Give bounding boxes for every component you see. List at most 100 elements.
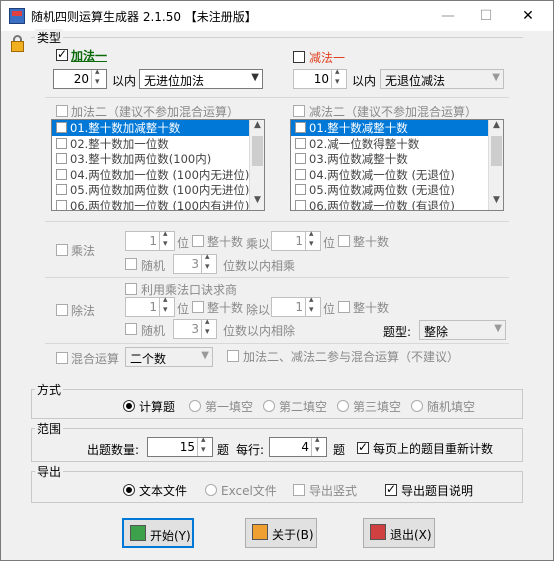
div-random-checkbox[interactable] xyxy=(125,323,137,335)
divider xyxy=(45,277,509,278)
recount-checkbox[interactable] xyxy=(357,440,369,454)
explain-checkbox[interactable] xyxy=(385,482,397,496)
add1-mode-select[interactable]: 无进位加法 ▼ xyxy=(139,69,263,89)
sub1-checkbox[interactable] xyxy=(293,51,305,63)
mode-radio-3[interactable] xyxy=(337,400,349,412)
div-tens1-checkbox[interactable] xyxy=(192,301,204,313)
list-item[interactable]: 01.整十数减整十数 xyxy=(291,120,503,136)
add2-list-scrollbar[interactable]: ▲ ▼ xyxy=(249,120,264,210)
list-item-checkbox[interactable] xyxy=(56,199,67,210)
div-random-stepper[interactable]: 3 xyxy=(173,317,217,339)
list-item[interactable]: 05.两位数减两位数 (无退位) xyxy=(291,182,503,198)
mode-radio-0[interactable] xyxy=(123,400,135,412)
mul-label: 乘法 xyxy=(71,244,96,258)
mul-tens1-checkbox[interactable] xyxy=(192,235,204,247)
list-item[interactable]: 04.两位数减一位数 (无退位) xyxy=(291,167,503,183)
list-item-checkbox[interactable] xyxy=(295,153,306,164)
stepper-arrows-icon xyxy=(159,229,174,250)
list-item[interactable]: 06.两位数加一位数 (100内有进位) xyxy=(52,198,264,210)
app-icon xyxy=(9,8,25,24)
mix-add2-checkbox[interactable] xyxy=(227,350,239,362)
mul-digits2-stepper[interactable]: 1 xyxy=(271,229,321,251)
mode-radio-2[interactable] xyxy=(263,400,275,412)
add1-checkbox[interactable] xyxy=(56,47,68,61)
mode-radio-4[interactable] xyxy=(411,400,423,412)
minimize-button[interactable]: — xyxy=(433,5,463,27)
sub1-mode-select[interactable]: 无退位减法 ▼ xyxy=(380,69,504,89)
add1-label: 加法一 xyxy=(71,49,108,63)
list-item[interactable]: 03.整十数加两位数(100内) xyxy=(52,151,264,167)
list-item[interactable]: 01.整十数加减整十数 xyxy=(52,120,264,136)
export-legend: 导出 xyxy=(35,463,64,480)
list-item-checkbox[interactable] xyxy=(295,137,306,149)
stepper-arrows-icon[interactable] xyxy=(197,435,212,456)
stepper-arrows-icon xyxy=(159,295,174,316)
div-qtype-select[interactable]: 整除 ▼ xyxy=(419,320,506,340)
div-pos1: 位 xyxy=(177,302,190,316)
sub2-checkbox[interactable] xyxy=(293,105,305,117)
mix-checkbox[interactable] xyxy=(56,352,68,364)
vertical-checkbox[interactable] xyxy=(293,484,305,496)
mode-label-1: 第一填空 xyxy=(205,400,254,414)
stepper-arrows-icon[interactable] xyxy=(311,435,326,456)
add2-checkbox[interactable] xyxy=(56,105,68,117)
add2-label: 加法二（建议不参加混合运算） xyxy=(71,105,240,119)
stepper-arrows-icon[interactable] xyxy=(331,67,346,88)
maximize-button[interactable]: ☐ xyxy=(471,5,501,27)
mul-digits1-stepper[interactable]: 1 xyxy=(125,229,175,251)
div-digits1-stepper[interactable]: 1 xyxy=(125,295,175,317)
list-item-checkbox[interactable] xyxy=(56,184,67,195)
div-tens2-checkbox[interactable] xyxy=(338,301,350,313)
list-item[interactable]: 06.两位数减一位数 (有退位) xyxy=(291,198,503,210)
div-digits2-stepper[interactable]: 1 xyxy=(271,295,321,317)
div-table-checkbox[interactable] xyxy=(125,283,137,295)
div-tens1-label: 整十数 xyxy=(207,301,244,315)
list-item-checkbox[interactable] xyxy=(56,137,67,149)
mul-tens2-checkbox[interactable] xyxy=(338,235,350,247)
row-stepper[interactable]: 4 xyxy=(269,435,327,457)
list-item-label: 02.减一位数得整十数 xyxy=(309,136,420,151)
div-random-label: 随机 xyxy=(141,324,166,338)
add1-range-stepper[interactable]: 20 xyxy=(53,67,107,89)
about-button[interactable]: 关于(B) xyxy=(245,518,317,548)
mul-random-stepper[interactable]: 3 xyxy=(173,252,217,274)
list-item[interactable]: 05.两位数加两位数 (100内无进位) xyxy=(52,182,264,198)
mul-random-label: 随机 xyxy=(141,259,166,273)
close-button[interactable]: ✕ xyxy=(513,5,543,27)
scroll-down-icon: ▼ xyxy=(493,195,500,205)
count-stepper[interactable]: 15 xyxy=(147,435,213,457)
div-checkbox[interactable] xyxy=(56,304,68,316)
exit-button[interactable]: 退出(X) xyxy=(363,518,435,548)
mul-random-checkbox[interactable] xyxy=(125,258,137,270)
divider xyxy=(45,343,509,344)
lock-icon[interactable] xyxy=(9,34,27,54)
sub1-range-stepper[interactable]: 10 xyxy=(293,67,347,89)
chevron-down-icon: ▼ xyxy=(251,72,259,83)
sub2-list[interactable]: 01.整十数减整十数 02.减一位数得整十数 03.两位数减整十数 04.两位数减一位… xyxy=(290,119,504,211)
list-item-checkbox[interactable] xyxy=(56,122,67,133)
list-item[interactable]: 03.两位数减整十数 xyxy=(291,151,503,167)
list-item[interactable]: 04.两位数加一位数 (100内无进位) xyxy=(52,167,264,183)
mix-count-select[interactable]: 二个数 ▼ xyxy=(125,347,213,367)
list-item-checkbox[interactable] xyxy=(56,168,67,180)
add2-list[interactable]: 01.整十数加减整十数 02.整十数加一位数 03.整十数加两位数(100内) 04.… xyxy=(51,119,265,211)
list-item-checkbox[interactable] xyxy=(295,168,306,180)
list-item[interactable]: 02.整十数加一位数 xyxy=(52,136,264,152)
mode-label-4: 随机填空 xyxy=(427,400,476,414)
div-qtype-label: 题型: xyxy=(383,325,412,339)
scroll-down-icon: ▼ xyxy=(254,195,261,205)
mul-checkbox[interactable] xyxy=(56,244,68,256)
mode-radio-1[interactable] xyxy=(189,400,201,412)
text-file-radio[interactable] xyxy=(123,484,135,496)
list-item-checkbox[interactable] xyxy=(295,199,306,210)
list-item[interactable]: 02.减一位数得整十数 xyxy=(291,136,503,152)
sub2-list-scrollbar[interactable]: ▲ ▼ xyxy=(488,120,503,210)
list-item-checkbox[interactable] xyxy=(56,153,67,164)
list-item-checkbox[interactable] xyxy=(295,184,306,195)
start-button[interactable]: 开始(Y) xyxy=(122,518,194,548)
mul-random-text: 位数以内相乘 xyxy=(223,259,296,273)
excel-radio[interactable] xyxy=(205,484,217,496)
list-item-checkbox[interactable] xyxy=(295,122,306,133)
stepper-arrows-icon[interactable] xyxy=(91,67,106,88)
excel-label: Excel文件 xyxy=(221,484,277,498)
